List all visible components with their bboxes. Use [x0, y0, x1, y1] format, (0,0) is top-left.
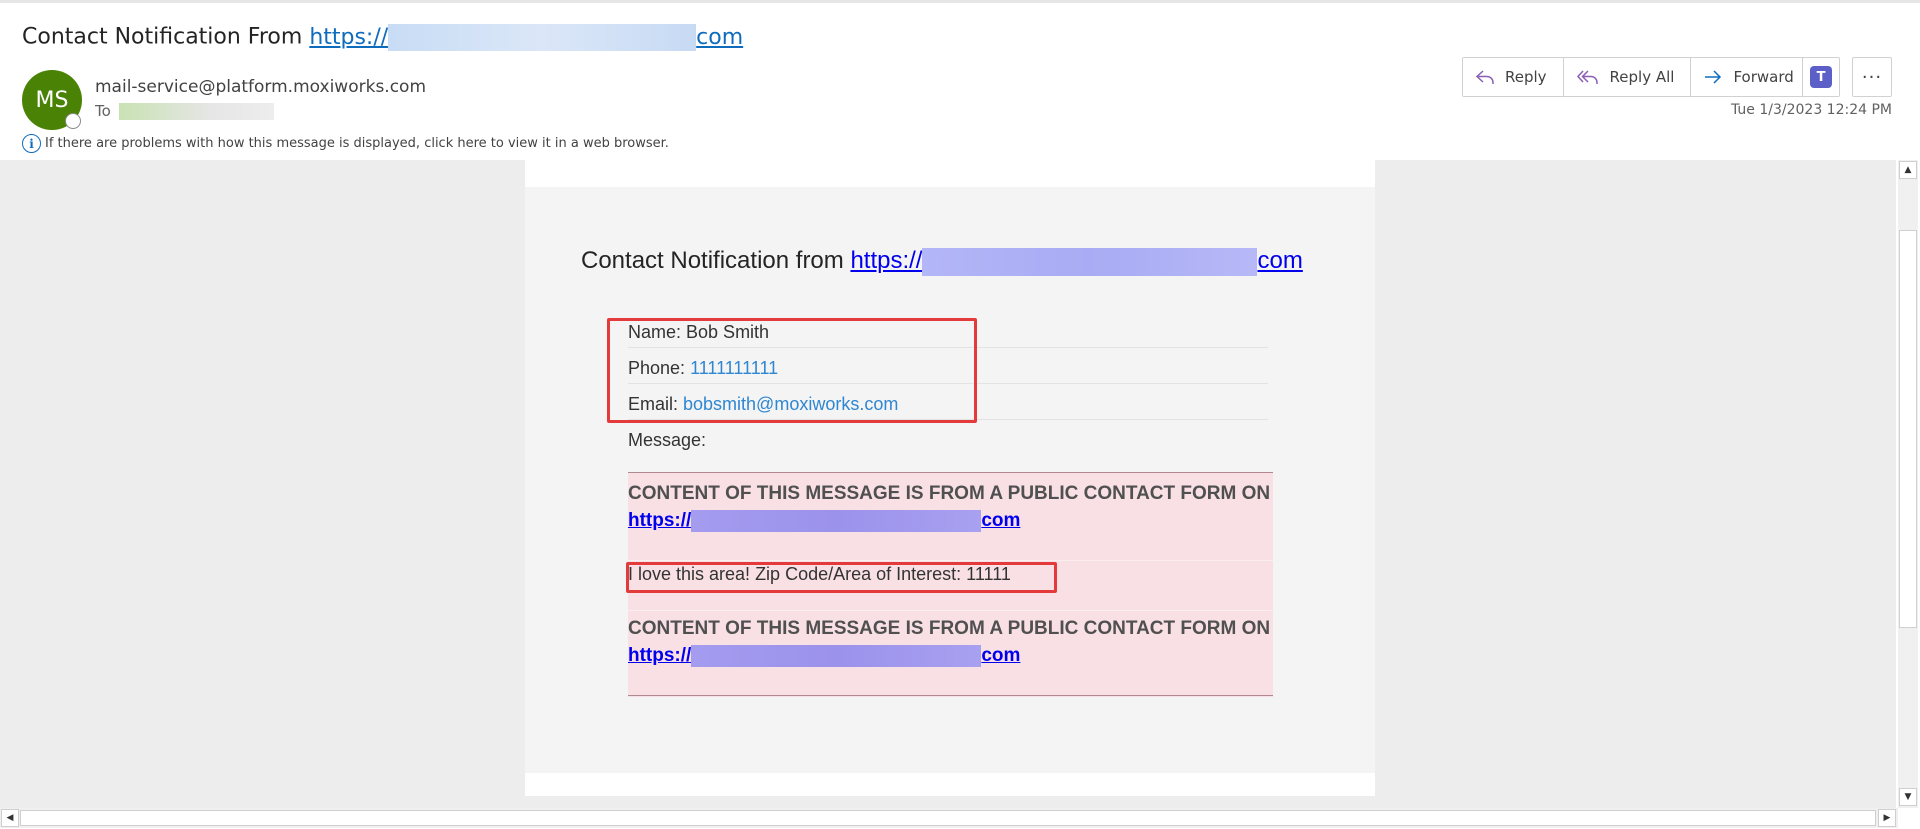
heading-link[interactable]: https:// com — [850, 247, 1303, 276]
notice-link-end: com — [981, 510, 1021, 531]
heading-link-start: https:// — [850, 247, 923, 274]
subject-prefix: Contact Notification From — [22, 24, 310, 50]
info-bar[interactable]: i If there are problems with how this me… — [22, 134, 669, 153]
scroll-up-icon[interactable]: ▲ — [1899, 161, 1917, 179]
more-actions-button[interactable]: ··· — [1852, 57, 1892, 97]
notice-link-start: https:// — [628, 645, 692, 666]
notice-link[interactable]: https:// com — [628, 509, 1021, 532]
public-form-notice-top: CONTENT OF THIS MESSAGE IS FROM A PUBLIC… — [628, 480, 1278, 534]
to-label: To — [95, 102, 111, 120]
notification-heading: Contact Notification from https:// com — [581, 247, 1303, 276]
message-top-rule — [628, 472, 1273, 473]
top-border — [0, 0, 1920, 3]
more-icon: ··· — [1861, 66, 1883, 88]
subject-link[interactable]: https:// com — [309, 24, 744, 51]
message-body-area: Contact Notification from https://com Na… — [0, 160, 1896, 808]
reply-all-button[interactable]: Reply All — [1563, 58, 1692, 96]
highlight-box-contact — [607, 318, 977, 423]
reply-all-icon — [1576, 68, 1600, 86]
sender-address[interactable]: mail-service@platform.moxiworks.com — [95, 77, 426, 97]
heading-prefix: Contact Notification from — [581, 247, 851, 274]
avatar-initials: MS — [35, 87, 69, 113]
message-label: Message: — [628, 430, 707, 450]
notice-link-end: com — [981, 645, 1021, 666]
presence-status-icon — [65, 113, 81, 129]
info-text[interactable]: If there are problems with how this mess… — [45, 136, 669, 151]
notice-link[interactable]: https:// com — [628, 644, 1021, 667]
redacted-domain — [691, 644, 982, 667]
redacted-domain — [388, 24, 697, 51]
reply-label: Reply — [1505, 68, 1547, 86]
notice-text: CONTENT OF THIS MESSAGE IS FROM A PUBLIC… — [628, 483, 1271, 504]
email-subject: Contact Notification From https:// com — [22, 24, 743, 51]
subject-link-end: com — [696, 24, 744, 50]
forward-icon — [1703, 68, 1723, 86]
horizontal-scroll-thumb[interactable] — [20, 810, 1876, 826]
subject-link-start: https:// — [309, 24, 389, 50]
forward-label: Forward — [1733, 68, 1794, 86]
teams-button[interactable]: T — [1802, 57, 1840, 97]
highlight-box-message — [626, 562, 1057, 593]
message-bottom-rule — [628, 695, 1273, 696]
redacted-domain — [691, 509, 982, 532]
heading-link-end: com — [1257, 247, 1303, 274]
public-form-notice-bottom: CONTENT OF THIS MESSAGE IS FROM A PUBLIC… — [628, 615, 1278, 669]
teams-icon: T — [1810, 66, 1832, 88]
reply-button[interactable]: Reply — [1463, 58, 1564, 96]
notice-text: CONTENT OF THIS MESSAGE IS FROM A PUBLIC… — [628, 618, 1271, 639]
reply-all-label: Reply All — [1609, 68, 1675, 86]
scroll-down-icon[interactable]: ▼ — [1899, 788, 1917, 806]
vertical-scroll-thumb[interactable] — [1899, 230, 1917, 628]
received-date: Tue 1/3/2023 12:24 PM — [1730, 102, 1892, 118]
divider — [628, 560, 1273, 561]
scroll-left-icon[interactable]: ◀ — [1, 809, 19, 827]
notice-link-start: https:// — [628, 510, 692, 531]
reply-icon — [1475, 68, 1495, 86]
redacted-domain — [922, 247, 1258, 276]
info-icon: i — [22, 134, 41, 153]
divider — [628, 610, 1273, 611]
recipient-line: To — [95, 102, 274, 120]
email-card: Contact Notification from https://com Na… — [525, 160, 1375, 796]
forward-button[interactable]: Forward — [1691, 58, 1810, 96]
redacted-recipient[interactable] — [118, 103, 274, 120]
scroll-right-icon[interactable]: ▶ — [1878, 809, 1896, 827]
message-actions: Reply Reply All Forward — [1462, 57, 1811, 97]
email-content: Contact Notification from https://com Na… — [525, 187, 1375, 773]
